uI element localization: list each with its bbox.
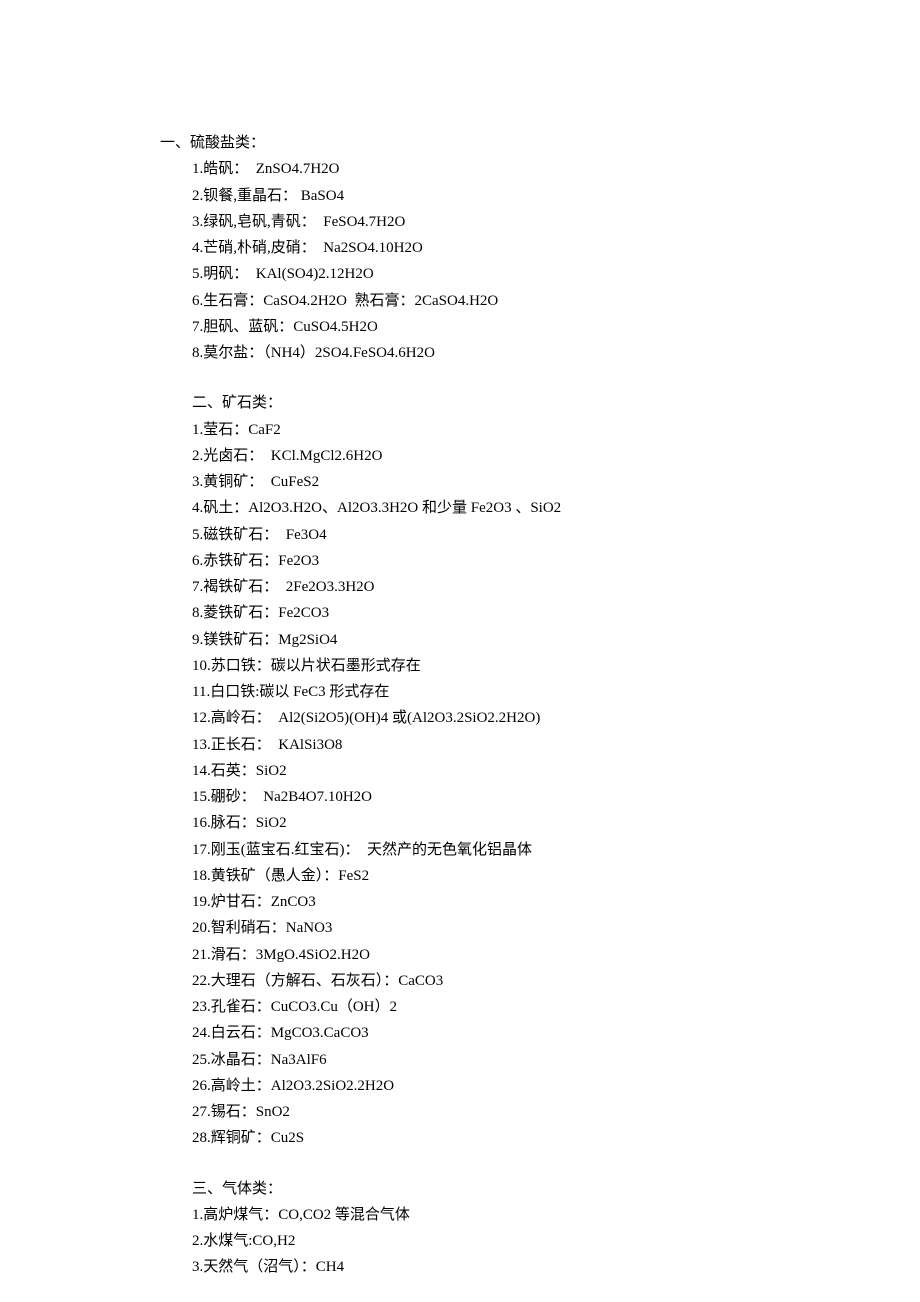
list-item: 12.高岭石： Al2(Si2O5)(OH)4 或(Al2O3.2SiO2.2H…: [160, 705, 800, 731]
list-item: 6.生石膏：CaSO4.2H2O 熟石膏：2CaSO4.H2O: [160, 288, 800, 314]
list-item: 4.芒硝,朴硝,皮硝： Na2SO4.10H2O: [160, 235, 800, 261]
list-item: 28.辉铜矿：Cu2S: [160, 1125, 800, 1151]
list-item: 9.镁铁矿石：Mg2SiO4: [160, 627, 800, 653]
list-item: 8.菱铁矿石：Fe2CO3: [160, 600, 800, 626]
list-item: 5.明矾： KAl(SO4)2.12H2O: [160, 261, 800, 287]
list-item: 15.硼砂： Na2B4O7.10H2O: [160, 784, 800, 810]
list-item: 22.大理石（方解石、石灰石）：CaCO3: [160, 968, 800, 994]
list-item: 16.脉石：SiO2: [160, 810, 800, 836]
list-item: 25.冰晶石：Na3AlF6: [160, 1047, 800, 1073]
list-item: 3.绿矾,皂矾,青矾： FeSO4.7H2O: [160, 209, 800, 235]
section-title: 三、气体类：: [160, 1176, 800, 1202]
list-item: 3.黄铜矿： CuFeS2: [160, 469, 800, 495]
list-item: 1.高炉煤气：CO,CO2 等混合气体: [160, 1202, 800, 1228]
list-item: 17.刚玉(蓝宝石.红宝石)： 天然产的无色氧化铝晶体: [160, 837, 800, 863]
list-item: 23.孔雀石：CuCO3.Cu（OH）2: [160, 994, 800, 1020]
list-item: 26.高岭土：Al2O3.2SiO2.2H2O: [160, 1073, 800, 1099]
list-item: 7.胆矾、蓝矾：CuSO4.5H2O: [160, 314, 800, 340]
list-item: 24.白云石：MgCO3.CaCO3: [160, 1020, 800, 1046]
list-item: 1.莹石：CaF2: [160, 417, 800, 443]
list-item: 27.锡石：SnO2: [160, 1099, 800, 1125]
section-spacer: [160, 366, 800, 390]
section-title: 二、矿石类：: [160, 390, 800, 416]
list-item: 21.滑石：3MgO.4SiO2.H2O: [160, 942, 800, 968]
list-item: 20.智利硝石：NaNO3: [160, 915, 800, 941]
list-item: 14.石英：SiO2: [160, 758, 800, 784]
list-item: 7.褐铁矿石： 2Fe2O3.3H2O: [160, 574, 800, 600]
list-item: 2.钡餐,重晶石： BaSO4: [160, 183, 800, 209]
list-item: 2.水煤气:CO,H2: [160, 1228, 800, 1254]
section-title: 一、硫酸盐类：: [160, 130, 800, 156]
list-item: 4.矾土：Al2O3.H2O、Al2O3.3H2O 和少量 Fe2O3 、SiO…: [160, 495, 800, 521]
list-item: 13.正长石： KAlSi3O8: [160, 732, 800, 758]
list-item: 5.磁铁矿石： Fe3O4: [160, 522, 800, 548]
list-item: 2.光卤石： KCl.MgCl2.6H2O: [160, 443, 800, 469]
list-item: 6.赤铁矿石：Fe2O3: [160, 548, 800, 574]
list-item: 10.苏口铁：碳以片状石墨形式存在: [160, 653, 800, 679]
list-item: 19.炉甘石：ZnCO3: [160, 889, 800, 915]
list-item: 11.白口铁:碳以 FeC3 形式存在: [160, 679, 800, 705]
document-page: 一、硫酸盐类： 1.皓矾： ZnSO4.7H2O 2.钡餐,重晶石： BaSO4…: [0, 0, 920, 1302]
list-item: 8.莫尔盐：（NH4）2SO4.FeSO4.6H2O: [160, 340, 800, 366]
list-item: 1.皓矾： ZnSO4.7H2O: [160, 156, 800, 182]
list-item: 3.天然气（沼气）：CH4: [160, 1254, 800, 1280]
section-spacer: [160, 1152, 800, 1176]
list-item: 18.黄铁矿（愚人金）：FeS2: [160, 863, 800, 889]
